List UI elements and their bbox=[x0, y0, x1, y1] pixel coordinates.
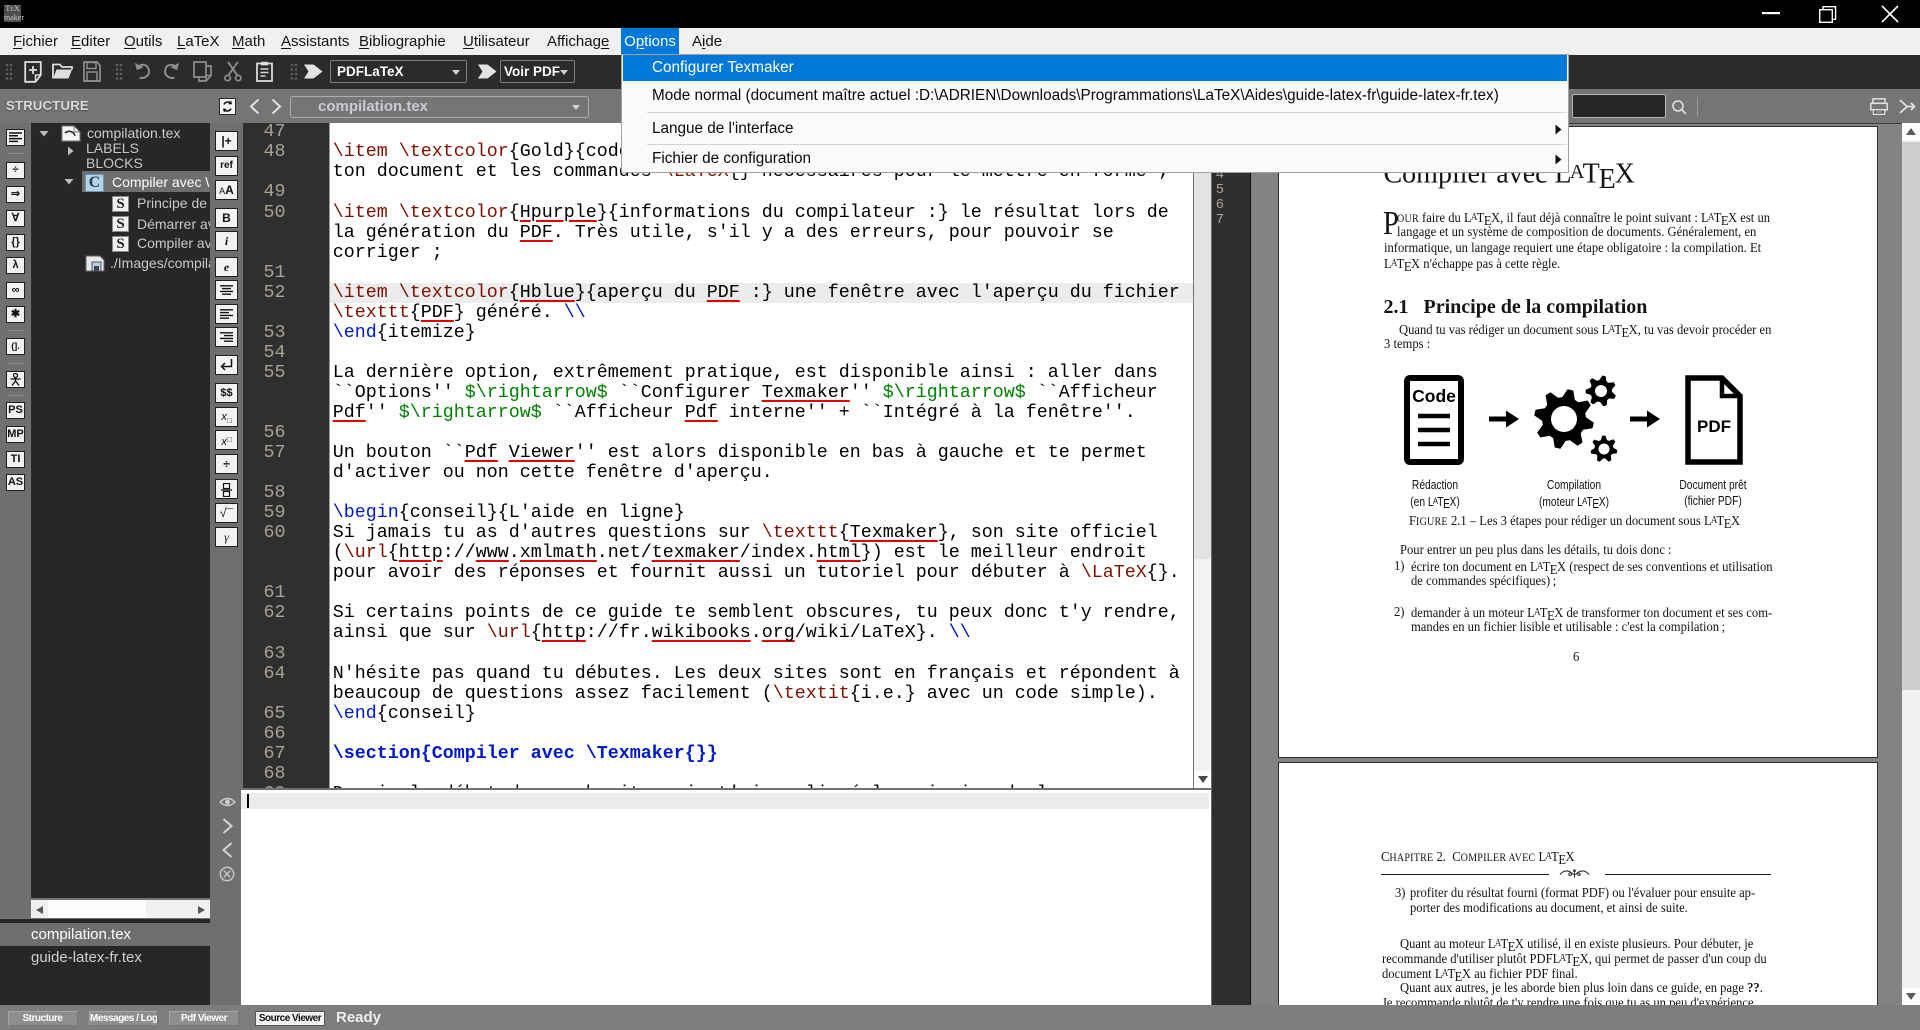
svg-text:Code: Code bbox=[1412, 386, 1456, 406]
svg-text:PDF: PDF bbox=[1697, 417, 1731, 436]
